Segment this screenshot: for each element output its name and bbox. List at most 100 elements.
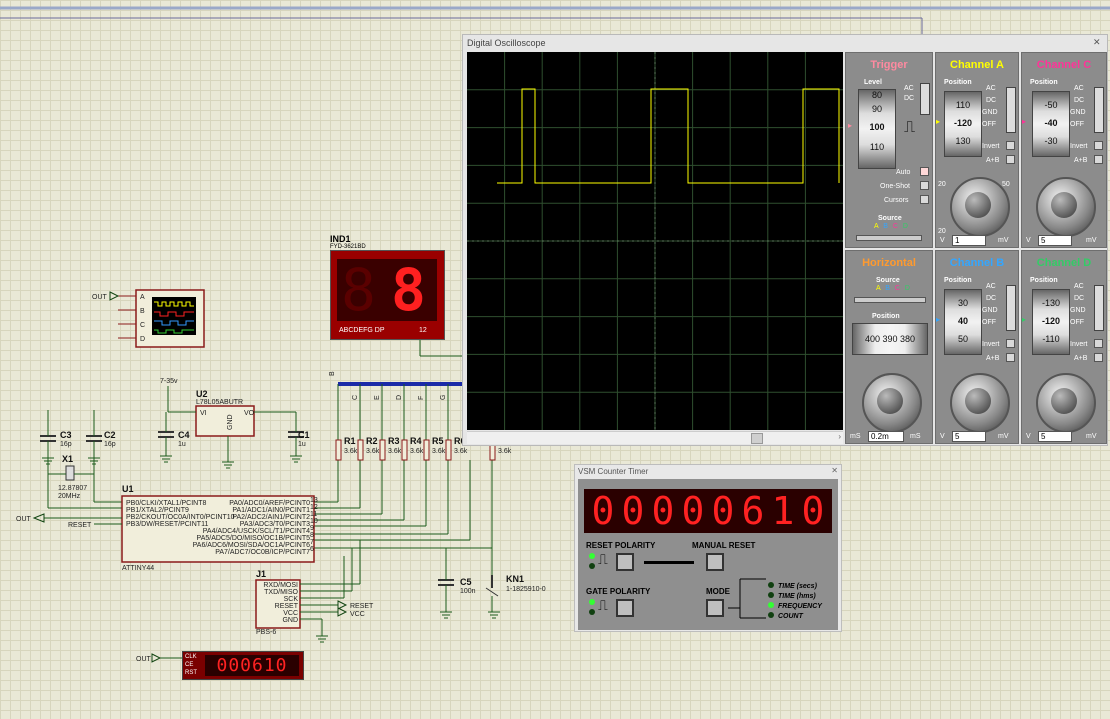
channel-d-invert-toggle[interactable] [1094,339,1103,348]
channel-c-value-field[interactable]: 5 [1038,235,1072,246]
logic-analyzer[interactable]: OUT A B C D [92,289,205,348]
horizontal-source-options[interactable]: A B C D [876,285,910,292]
channel-b-value-field[interactable]: 5 [952,431,986,442]
channel-a-value-field[interactable]: 1 [952,235,986,246]
ind1-pin-labels: 12 [419,327,427,334]
svg-text:ATTINY44: ATTINY44 [122,565,154,572]
svg-text:C1: C1 [298,430,310,440]
schematic-counter-timer[interactable]: CLK CE RST 000610 [182,651,304,680]
oscilloscope-window[interactable]: Digital Oscilloscope ✕ › Trigger Level 8… [462,34,1108,446]
reset-polarity-button[interactable] [616,553,634,571]
one-shot-toggle[interactable] [920,181,929,190]
channel-c-invert-toggle[interactable] [1094,141,1103,150]
svg-text:PA5/ADC5/DO/MISO/OC1B/PCINT5: PA5/ADC5/DO/MISO/OC1B/PCINT5 [197,535,311,542]
channel-a-position-drum[interactable]: 110 -120 130 [944,91,982,157]
falling-edge-icon: ⎍ [598,551,608,567]
svg-text:C: C [352,395,359,400]
svg-text:RESET: RESET [275,603,299,610]
svg-text:PB1/XTAL2/PCINT9: PB1/XTAL2/PCINT9 [126,507,189,514]
horizontal-source-slider[interactable] [854,297,926,303]
counter-digit: 0 [651,489,675,533]
svg-text:PB0/CLKI/XTAL1/PCINT8: PB0/CLKI/XTAL1/PCINT8 [126,500,207,507]
channel-c-arrows: ▸ [1022,117,1027,126]
horizontal-position-drum[interactable]: 400 390 380 [852,323,928,355]
channel-c-coupling-switch[interactable] [1094,87,1104,133]
ind1-segment-labels: ABCDEFG DP [339,327,385,334]
oscilloscope-scrollbar[interactable]: › [467,431,843,444]
channel-a-volts-dial[interactable] [950,177,1010,237]
svg-text:PA2/ADC2/AIN1/PCINT2: PA2/ADC2/AIN1/PCINT2 [232,514,310,521]
svg-text:C2: C2 [104,430,116,440]
ind1-ref: IND1 [330,234,351,244]
svg-text:9: 9 [310,525,314,532]
svg-text:SCK: SCK [284,596,299,603]
svg-text:PA6/ADC6/MOSI/SDA/OC1A/PCINT6: PA6/ADC6/MOSI/SDA/OC1A/PCINT6 [193,542,310,549]
reset-polarity-led-low [589,563,595,569]
mode-bracket [728,578,766,619]
channel-b-invert-toggle[interactable] [1006,339,1015,348]
channel-a-invert-toggle[interactable] [1006,141,1015,150]
channel-b-position-drum[interactable]: 30 40 50 [944,289,982,355]
channel-c-volts-dial[interactable] [1036,177,1096,237]
mode-led [768,612,774,618]
scrollbar-thumb[interactable] [751,433,763,444]
gate-polarity-button[interactable] [616,599,634,617]
svg-text:A: A [140,294,145,301]
channel-b-title: Channel B [949,257,1005,269]
svg-text:B: B [329,371,336,376]
channel-d-value-field[interactable]: 5 [1038,431,1072,442]
svg-text:3.6k: 3.6k [498,448,512,455]
chevron-right-icon[interactable]: › [838,432,841,441]
manual-reset-button[interactable] [706,553,724,571]
channel-b-volts-dial[interactable] [950,373,1010,433]
cursors-toggle[interactable] [920,195,929,204]
counter-digit: 0 [681,489,705,533]
trigger-source-options[interactable]: A B C D [874,223,908,230]
reset-net-label: RESET [68,522,92,529]
channel-c-position-drum[interactable]: -50 -40 -30 [1032,91,1070,157]
channel-a-aplusb-toggle[interactable] [1006,155,1015,164]
svg-text:3.6k: 3.6k [432,448,446,455]
channel-d-aplusb-toggle[interactable] [1094,353,1103,362]
counter-out-label: OUT [136,656,152,663]
channel-b-coupling-switch[interactable] [1006,285,1016,331]
svg-text:U1: U1 [122,484,134,494]
mode-button[interactable] [706,599,724,617]
channel-a-coupling-switch[interactable] [1006,87,1016,133]
channel-a-arrows: ▸ [936,117,941,126]
close-icon[interactable]: ✕ [831,466,838,475]
svg-text:PA1/ADC1/AIN0/PCINT1: PA1/ADC1/AIN0/PCINT1 [232,507,310,514]
close-icon[interactable]: ✕ [1093,37,1103,47]
channel-d-volts-dial[interactable] [1036,373,1096,433]
channel-d-position-drum[interactable]: -130 -120 -110 [1032,289,1070,355]
edge-rising-icon[interactable]: ⎍ [904,119,915,137]
oscilloscope-screen[interactable] [467,52,843,430]
horizontal-time-dial[interactable] [862,373,922,433]
channel-d-title: Channel D [1036,257,1092,269]
svg-text:3.6k: 3.6k [344,448,358,455]
pushbutton-kn1[interactable]: KN1 1-1825910-0 [485,574,546,612]
mode-option[interactable]: COUNT [768,605,803,623]
supply-label: 7-35v [160,378,178,385]
reset-bar [644,561,694,564]
trigger-level-drum[interactable]: 80 90 100 110 [858,89,896,169]
counter-timer-window[interactable]: VSM Counter Timer ✕ 00000610 RESET POLAR… [574,464,842,632]
horizontal-panel: Horizontal Source A B C D Position 400 3… [845,250,933,444]
trigger-coupling-switch[interactable] [920,83,930,115]
svg-text:11: 11 [310,511,317,518]
svg-text:3.6k: 3.6k [410,448,424,455]
regulator-u2[interactable]: U2 L78L05ABUTR VI VO GND 7-35v [160,378,296,462]
seven-segment-display[interactable]: 8 8 ABCDEFG DP 12 [330,250,445,340]
svg-text:RESET: RESET [350,603,374,610]
svg-text:R5: R5 [432,436,444,446]
auto-toggle[interactable] [920,167,929,176]
svg-text:3.6k: 3.6k [388,448,402,455]
trigger-source-slider[interactable] [856,235,922,241]
svg-text:RXD/MOSI: RXD/MOSI [263,582,298,589]
channel-c-aplusb-toggle[interactable] [1094,155,1103,164]
horizontal-value-field[interactable]: 0.2m [868,431,904,442]
channel-d-coupling-switch[interactable] [1094,285,1104,331]
channel-b-aplusb-toggle[interactable] [1006,353,1015,362]
crystal-x1[interactable]: X1 12.87807 20MHz [47,454,122,509]
mode-option-label: COUNT [778,613,803,620]
